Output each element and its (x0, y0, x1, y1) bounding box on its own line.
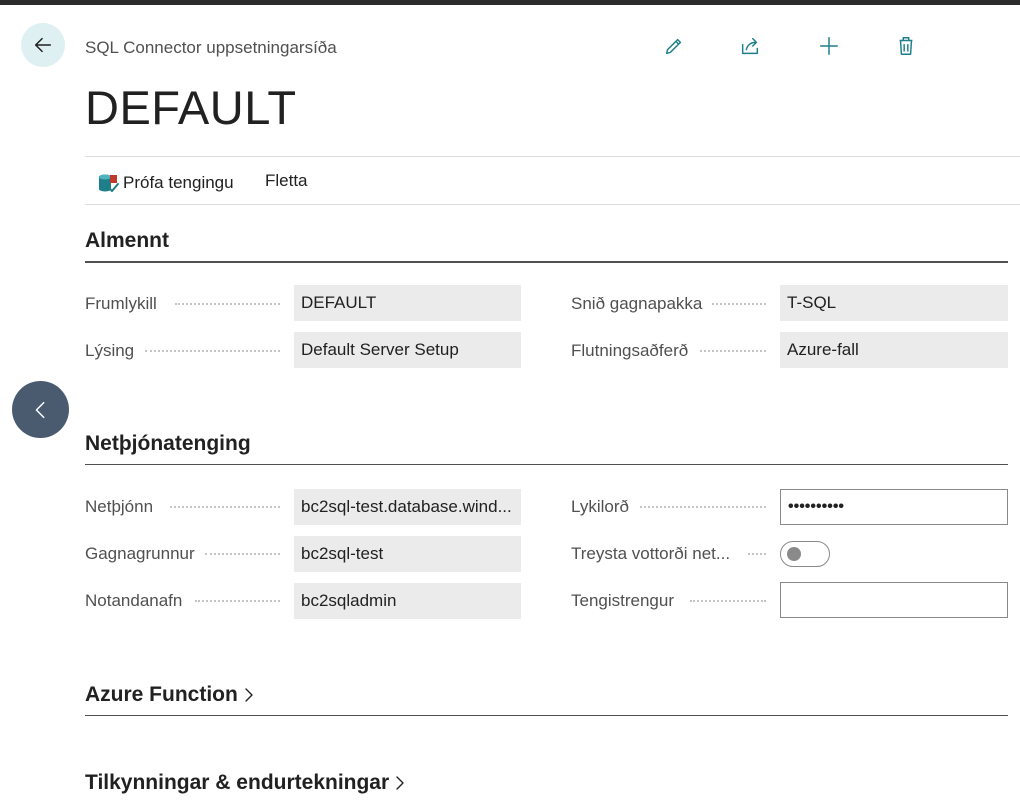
leader-dots (170, 506, 280, 508)
description-field[interactable]: Default Server Setup (294, 332, 521, 368)
section-divider (85, 261, 1008, 263)
chevron-right-icon (245, 688, 253, 702)
navigate-label: Fletta (265, 171, 308, 190)
chevron-right-icon (396, 776, 404, 790)
primary-key-field[interactable]: DEFAULT (294, 285, 521, 321)
section-notifications-label: Tilkynningar & endurtekningar (85, 771, 390, 794)
password-mask: •••••••••• (788, 498, 845, 515)
database-field[interactable]: bc2sql-test (294, 536, 521, 572)
toggle-knob (787, 547, 801, 561)
connection-string-label: Tengistrengur (571, 591, 675, 610)
section-divider (85, 715, 1008, 716)
breadcrumb: SQL Connector uppsetningarsíða (85, 38, 337, 57)
share-button[interactable] (737, 33, 763, 59)
transfer-method-field[interactable]: Azure-fall (780, 332, 1008, 368)
pencil-icon (665, 38, 682, 55)
leader-dots (175, 303, 280, 305)
action-bar: Prófa tengingu Fletta (85, 156, 1020, 205)
leader-dots (640, 506, 766, 508)
username-label: Notandanafn (85, 591, 183, 610)
connection-string-field[interactable] (780, 582, 1008, 618)
back-button[interactable] (21, 23, 65, 67)
primary-key-label: Frumlykill (85, 294, 157, 313)
section-azure-function[interactable]: Azure Function (85, 683, 256, 707)
leader-dots (748, 553, 766, 555)
edit-button[interactable] (661, 33, 687, 59)
username-field[interactable]: bc2sqladmin (294, 583, 521, 619)
new-button[interactable] (816, 33, 842, 59)
page-title: DEFAULT (85, 81, 297, 134)
leader-dots (195, 600, 280, 602)
description-label: Lýsing (85, 341, 135, 360)
password-label: Lykilorð (571, 497, 629, 516)
server-field[interactable]: bc2sql-test.database.wind... (294, 489, 521, 525)
section-azure-function-label: Azure Function (85, 683, 238, 706)
plus-icon (820, 37, 838, 55)
leader-dots (145, 350, 280, 352)
trash-icon (899, 37, 913, 55)
trust-cert-label: Treysta vottorði net... (571, 544, 731, 563)
test-connection-label: Prófa tengingu (123, 173, 234, 192)
package-format-label: Snið gagnapakka (571, 294, 703, 313)
leader-dots (712, 303, 766, 305)
delete-button[interactable] (893, 33, 919, 59)
database-check-icon (99, 174, 119, 192)
top-bar (0, 0, 1020, 5)
package-format-field[interactable]: T-SQL (780, 285, 1008, 321)
section-divider (85, 464, 1008, 465)
trust-cert-toggle[interactable] (780, 541, 830, 567)
leader-dots (205, 553, 280, 555)
arrow-left-icon (34, 37, 52, 53)
section-title-general: Almennt (85, 229, 169, 252)
section-title-server: Netþjónatenging (85, 432, 251, 455)
chevron-left-icon (35, 401, 44, 418)
collapse-panel-button[interactable] (12, 381, 69, 438)
password-field[interactable]: •••••••••• (780, 489, 1008, 525)
transfer-method-label: Flutningsaðferð (571, 341, 689, 360)
test-connection-button[interactable]: Prófa tengingu (97, 171, 234, 195)
server-label: Netþjónn (85, 497, 154, 516)
leader-dots (690, 600, 766, 602)
section-notifications[interactable]: Tilkynningar & endurtekningar (85, 771, 407, 795)
leader-dots (700, 350, 766, 352)
navigate-menu[interactable]: Fletta (265, 171, 308, 191)
share-icon (741, 37, 759, 55)
database-label: Gagnagrunnur (85, 544, 195, 563)
